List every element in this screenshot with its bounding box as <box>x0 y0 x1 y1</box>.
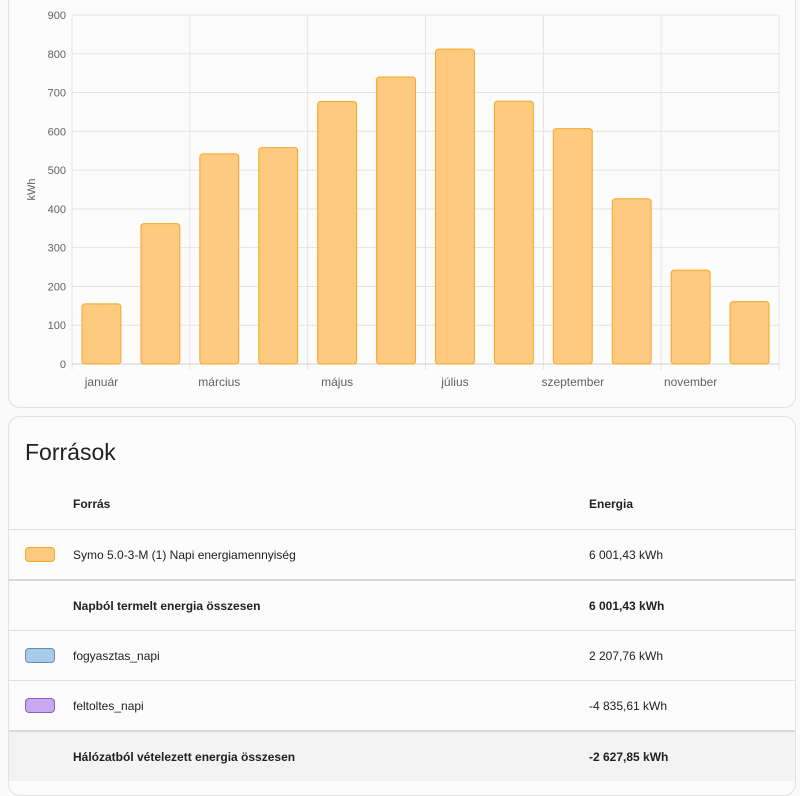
bar-március <box>199 153 240 365</box>
bar-június <box>376 76 416 365</box>
source-row[interactable]: feltoltes_napi -4 835,61 kWh <box>9 680 795 731</box>
y-tick-label: 300 <box>48 243 66 255</box>
source-label: Symo 5.0-3-M (1) Napi energiamennyiség <box>73 529 589 580</box>
source-row[interactable]: fogyasztas_napi 2 207,76 kWh <box>9 630 795 681</box>
y-tick-label: 0 <box>60 359 66 371</box>
column-header-source[interactable]: Forrás <box>73 479 589 530</box>
x-tick-label: szeptember <box>541 375 604 389</box>
monthly-energy-bar-chart: 0 100 200 300 400 500 600 700 800 900 január márciu… <box>26 10 780 389</box>
source-total-row: Napból termelt energia összesen 6 001,43 … <box>9 579 795 631</box>
source-energy: 6 001,43 kWh <box>589 579 795 631</box>
x-tick-label: július <box>440 375 468 389</box>
bar-szeptember <box>552 128 593 365</box>
bar-május <box>317 100 358 365</box>
y-tick-label: 600 <box>48 126 66 138</box>
y-tick-label: 500 <box>48 165 66 177</box>
bar-december <box>729 301 770 365</box>
source-label: Hálózatból vételezett energia összesen <box>73 730 589 781</box>
source-label: Napból termelt energia összesen <box>73 579 589 631</box>
bar-október <box>611 198 652 365</box>
bar-november <box>670 269 711 365</box>
bar-augusztus <box>493 100 534 365</box>
source-label: feltoltes_napi <box>73 680 589 731</box>
sources-card: Források Forrás Energia Symo 5.0-3-M (1)… <box>8 416 796 796</box>
bar-július <box>435 48 475 365</box>
y-tick-label: 200 <box>48 281 66 293</box>
source-color-swatch <box>25 648 55 664</box>
source-energy: 2 207,76 kWh <box>589 630 795 681</box>
energy-chart-card: 0 100 200 300 400 500 600 700 800 900 január márciu… <box>8 0 796 408</box>
y-tick-label: 100 <box>48 320 66 332</box>
sources-title: Források <box>25 439 116 465</box>
bar-április <box>258 147 299 365</box>
sources-table: Forrás Energia Symo 5.0-3-M (1) Napi ene… <box>9 479 795 781</box>
sources-table-header: Forrás Energia <box>9 479 795 530</box>
source-color-swatch <box>25 698 55 714</box>
bar-január <box>81 303 122 365</box>
source-color-swatch <box>25 547 55 563</box>
source-energy: -4 835,61 kWh <box>589 680 795 731</box>
column-header-energy[interactable]: Energia <box>589 479 795 530</box>
source-total-row: Hálózatból vételezett energia összesen -2… <box>9 730 795 781</box>
source-label: fogyasztas_napi <box>73 630 589 681</box>
x-tick-label: május <box>321 375 353 389</box>
bar-február <box>140 223 181 365</box>
x-tick-label: november <box>664 375 717 389</box>
source-energy: 6 001,43 kWh <box>589 529 795 580</box>
y-tick-label: 700 <box>48 88 66 100</box>
x-tick-label: március <box>198 375 240 389</box>
source-energy: -2 627,85 kWh <box>589 730 795 781</box>
y-tick-label: 800 <box>48 49 66 61</box>
y-tick-label: 400 <box>48 204 66 216</box>
source-row[interactable]: Symo 5.0-3-M (1) Napi energiamennyiség 6 … <box>9 529 795 580</box>
y-tick-label: 900 <box>48 10 66 22</box>
y-axis-label: kWh <box>26 179 38 201</box>
x-tick-label: január <box>84 375 118 389</box>
